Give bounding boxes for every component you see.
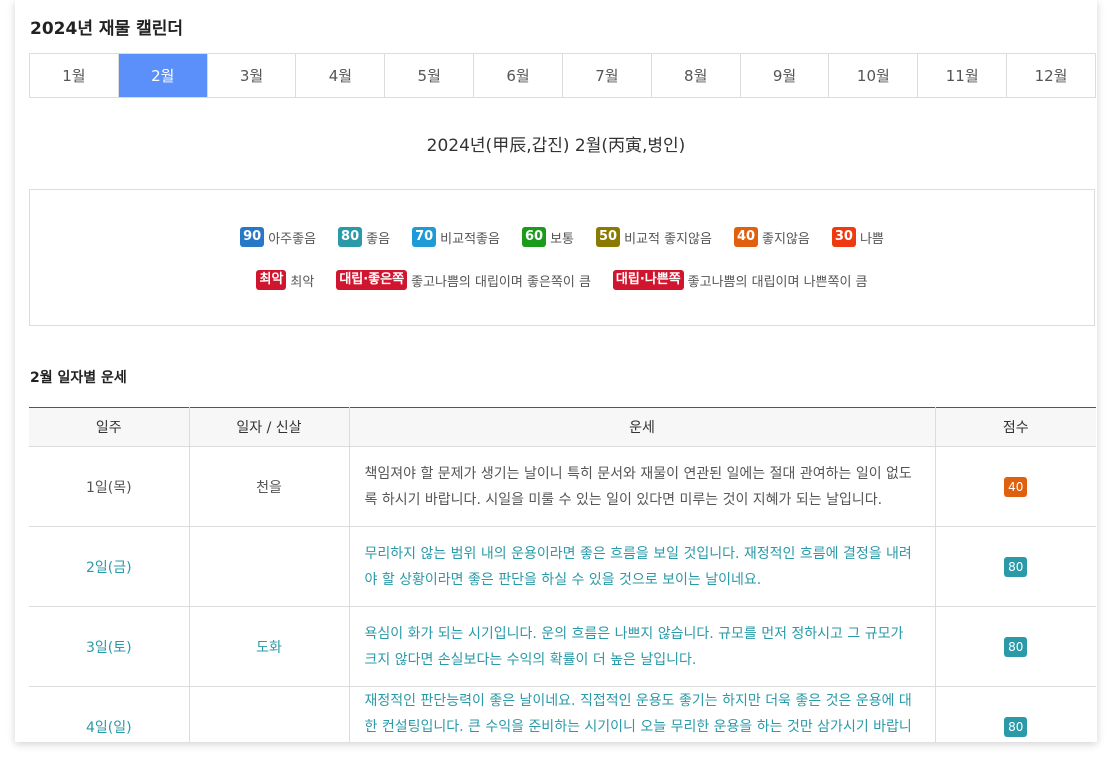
- legend-item: 80 좋음: [338, 227, 390, 247]
- legend-item: 대립·좋은쪽 좋고나쁨의 대립이며 좋은쪽이 큼: [336, 270, 591, 290]
- header-score: 점수: [935, 407, 1096, 447]
- month-tabs: 1월 2월 3월 4월 5월 6월 7월 8월 9월 10월 11월 12월: [29, 53, 1096, 98]
- legend-label: 좋음: [366, 231, 391, 247]
- fortune-cell: 무리하지 않는 범위 내의 운용이라면 좋은 흐름을 보일 것입니다. 재정적인…: [349, 526, 936, 607]
- score-legend: 90 아주좋음 80 좋음 70 비교적좋음 60 보통 50 비교적 좋지않음 40 좋지않음 30 나…: [29, 189, 1095, 326]
- legend-badge: 60: [521, 227, 547, 247]
- legend-item: 대립·나쁜쪽 좋고나쁨의 대립이며 나쁜쪽이 큼: [612, 270, 868, 290]
- score-badge: 40: [1004, 476, 1028, 497]
- score-cell: 80: [935, 526, 1096, 607]
- fortune-cell: 재정적인 판단능력이 좋은 날이네요. 직접적인 운용도 좋기는 하지만 더욱 …: [349, 686, 936, 742]
- legend-label: 비교적 좋지않음: [624, 231, 712, 247]
- fortune-table: 일주 일자 / 신살 운세 점수 1일(목) 천을 책임져야 할 문제가 생기는 날…: [29, 407, 1096, 742]
- tab-month-6[interactable]: 6월: [474, 54, 563, 97]
- legend-badge: 80: [338, 227, 363, 247]
- section-title: 2월 일자별 운세: [30, 370, 127, 386]
- header-fortune: 운세: [349, 407, 936, 447]
- legend-item: 50 비교적 좋지않음: [595, 227, 712, 247]
- day-cell: 4일(일): [29, 686, 190, 742]
- legend-badge: 대립·나쁜쪽: [612, 270, 684, 290]
- day-cell: 1일(목): [29, 446, 190, 527]
- legend-item: 최악 최악: [256, 270, 314, 290]
- score-badge: 80: [1004, 556, 1028, 577]
- tab-month-2[interactable]: 2월: [118, 54, 208, 97]
- fortune-cell: 책임져야 할 문제가 생기는 날이니 특히 문서와 재물이 연관된 일에는 절대…: [349, 446, 936, 527]
- legend-row-special: 최악 최악 대립·좋은쪽 좋고나쁨의 대립이며 좋은쪽이 큼 대립·나쁜쪽 좋고나쁨의 대…: [30, 270, 1094, 290]
- tab-month-4[interactable]: 4월: [296, 54, 386, 97]
- legend-item: 90 아주좋음: [240, 227, 316, 247]
- legend-badge: 90: [240, 227, 265, 247]
- legend-label: 비교적좋음: [440, 231, 500, 247]
- page-title: 2024년 재물 캘린더: [30, 19, 183, 39]
- table-row: 2일(금) 무리하지 않는 범위 내의 운용이라면 좋은 흐름을 보일 것입니다.…: [29, 526, 1096, 607]
- legend-item: 60 보통: [521, 227, 574, 247]
- year-heading: 2024년(甲辰,갑진) 2월(丙寅,병인): [426, 136, 686, 156]
- sinsal-cell: 도화: [189, 606, 350, 687]
- header-date-sinsal: 일자 / 신살: [189, 407, 350, 447]
- table-row: 1일(목) 천을 책임져야 할 문제가 생기는 날이니 특히 문서와 재물이 연관된…: [29, 446, 1096, 527]
- fortune-cell: 욕심이 화가 되는 시기입니다. 운의 흐름은 나쁘지 않습니다. 규모를 먼저…: [349, 606, 936, 687]
- score-cell: 80: [935, 686, 1096, 742]
- legend-label: 보통: [550, 231, 574, 247]
- legend-label: 좋지않음: [762, 231, 810, 247]
- tab-month-9[interactable]: 9월: [741, 54, 830, 97]
- legend-badge: 50: [595, 227, 621, 247]
- legend-badge: 30: [831, 227, 856, 247]
- tab-month-8[interactable]: 8월: [652, 54, 741, 97]
- legend-label: 최악: [290, 274, 315, 290]
- tab-month-1[interactable]: 1월: [30, 54, 119, 97]
- score-cell: 40: [935, 446, 1096, 527]
- tab-month-7[interactable]: 7월: [563, 54, 652, 97]
- tab-month-11[interactable]: 11월: [918, 54, 1008, 97]
- tab-month-12[interactable]: 12월: [1007, 54, 1095, 97]
- day-cell: 2일(금): [29, 526, 190, 607]
- tab-month-5[interactable]: 5월: [385, 54, 475, 97]
- day-cell: 3일(토): [29, 606, 190, 687]
- tab-month-3[interactable]: 3월: [208, 54, 297, 97]
- legend-label: 좋고나쁨의 대립이며 좋은쪽이 큼: [411, 274, 591, 290]
- table-row: 4일(일) 재정적인 판단능력이 좋은 날이네요. 직접적인 운용도 좋기는 하지…: [29, 686, 1096, 742]
- header-ilju: 일주: [29, 407, 190, 447]
- score-badge: 80: [1004, 636, 1028, 657]
- legend-label: 나쁨: [859, 231, 884, 247]
- legend-badge: 40: [733, 227, 759, 247]
- legend-item: 30 나쁨: [831, 227, 884, 247]
- legend-badge: 최악: [256, 270, 287, 290]
- calendar-panel: 2024년 재물 캘린더 1월 2월 3월 4월 5월 6월 7월 8월 9월 10월 11월 12월…: [15, 0, 1097, 742]
- sinsal-cell: [189, 526, 350, 607]
- sinsal-cell: [189, 686, 350, 742]
- legend-badge: 대립·좋은쪽: [336, 270, 408, 290]
- legend-row-scores: 90 아주좋음 80 좋음 70 비교적좋음 60 보통 50 비교적 좋지않음 40 좋지않음 30 나…: [30, 227, 1094, 247]
- legend-item: 70 비교적좋음: [412, 227, 500, 247]
- legend-label: 좋고나쁨의 대립이며 나쁜쪽이 큼: [687, 274, 868, 290]
- sinsal-cell: 천을: [189, 446, 350, 527]
- legend-label: 아주좋음: [268, 231, 317, 247]
- score-cell: 80: [935, 606, 1096, 687]
- table-row: 3일(토) 도화 욕심이 화가 되는 시기입니다. 운의 흐름은 나쁘지 않습니다.…: [29, 606, 1096, 687]
- tab-month-10[interactable]: 10월: [829, 54, 919, 97]
- table-header-row: 일주 일자 / 신살 운세 점수: [29, 407, 1096, 447]
- legend-badge: 70: [412, 227, 437, 247]
- score-badge: 80: [1004, 716, 1028, 737]
- legend-item: 40 좋지않음: [733, 227, 810, 247]
